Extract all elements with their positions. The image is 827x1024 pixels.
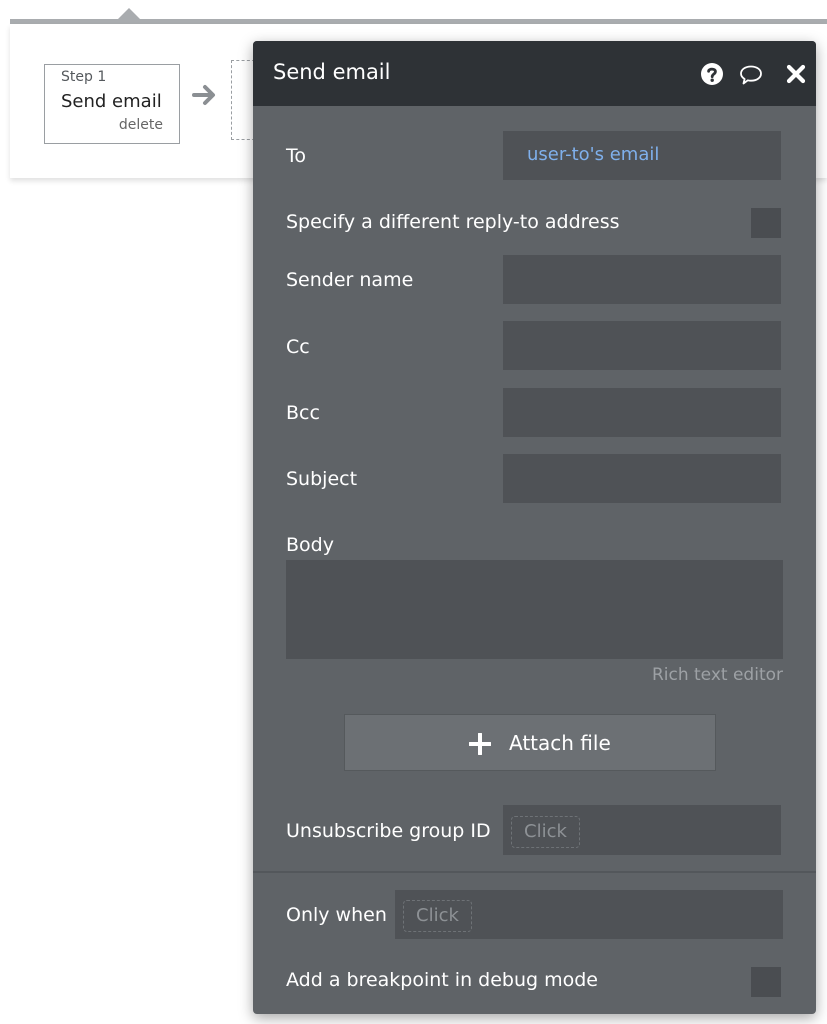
panel-divider	[253, 871, 816, 873]
unsubscribe-click-chip[interactable]: Click	[511, 816, 580, 848]
unsubscribe-label: Unsubscribe group ID	[286, 820, 491, 842]
sender-name-label: Sender name	[286, 269, 414, 291]
to-dynamic-value[interactable]: user-to's email	[527, 144, 659, 165]
breakpoint-checkbox[interactable]	[751, 967, 781, 997]
panel-title: Send email	[273, 60, 391, 84]
only-when-field[interactable]: Click	[395, 890, 783, 939]
sender-name-field[interactable]	[503, 255, 781, 304]
help-icon[interactable]	[700, 62, 724, 86]
reply-to-checkbox[interactable]	[751, 208, 781, 238]
attach-file-label: Attach file	[509, 731, 611, 755]
step-title: Send email	[61, 91, 162, 112]
reply-to-label: Specify a different reply-to address	[286, 211, 620, 233]
cc-label: Cc	[286, 336, 310, 358]
only-when-label: Only when	[286, 904, 387, 926]
bcc-field[interactable]	[503, 388, 781, 437]
unsubscribe-field[interactable]: Click	[503, 805, 781, 855]
body-textarea[interactable]	[286, 560, 783, 659]
action-editor-panel: Send email To user-to's email Specify a …	[253, 41, 816, 1014]
workflow-step-card[interactable]: Step 1 Send email delete	[44, 64, 180, 144]
comment-icon[interactable]	[739, 63, 763, 87]
close-icon[interactable]	[784, 62, 808, 86]
body-label: Body	[286, 534, 334, 556]
to-label: To	[286, 145, 307, 167]
step-number: Step 1	[61, 69, 107, 85]
rich-text-editor-link[interactable]: Rich text editor	[652, 665, 783, 685]
subject-label: Subject	[286, 468, 358, 490]
subject-field[interactable]	[503, 454, 781, 503]
attach-file-button[interactable]: Attach file	[344, 714, 716, 771]
breakpoint-label: Add a breakpoint in debug mode	[286, 969, 598, 991]
only-when-click-chip[interactable]: Click	[403, 900, 472, 932]
arrow-right-icon	[192, 85, 215, 105]
panel-header: Send email	[253, 41, 816, 106]
bcc-label: Bcc	[286, 402, 320, 424]
canvas-notch	[118, 8, 140, 19]
step-delete-link[interactable]: delete	[119, 117, 163, 133]
to-field[interactable]: user-to's email	[503, 131, 781, 180]
plus-icon	[469, 733, 491, 755]
cc-field[interactable]	[503, 321, 781, 370]
